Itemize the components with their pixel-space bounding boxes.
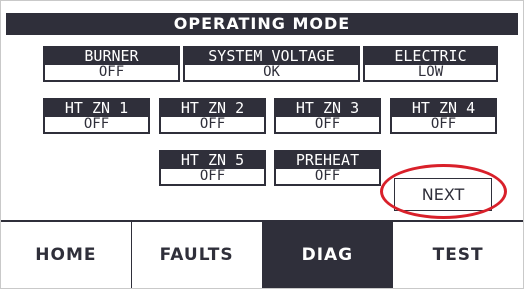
preheat-status: PREHEAT OFF (274, 150, 381, 186)
ht-zn-5-label: HT ZN 5 (161, 152, 264, 169)
operating-mode-screen: OPERATING MODE BURNER OFF SYSTEM VOLTAGE… (0, 0, 524, 289)
system-voltage-value: OK (263, 64, 280, 80)
system-voltage-label: SYSTEM VOLTAGE (185, 48, 358, 65)
system-voltage-status: SYSTEM VOLTAGE OK (183, 46, 360, 82)
nav-diag[interactable]: DIAG (262, 222, 394, 288)
nav-home[interactable]: HOME (1, 222, 132, 288)
preheat-label: PREHEAT (276, 152, 379, 169)
bottom-nav: HOME FAULTS DIAG TEST (1, 220, 523, 288)
electric-value: LOW (417, 64, 444, 80)
burner-value: OFF (98, 64, 125, 80)
preheat-value: OFF (314, 168, 341, 184)
next-button[interactable]: NEXT (394, 178, 492, 211)
burner-label: BURNER (45, 48, 178, 65)
nav-test[interactable]: TEST (393, 222, 523, 288)
ht-zn-5-value: OFF (199, 168, 226, 184)
ht-zn-5-status: HT ZN 5 OFF (159, 150, 266, 186)
ht-zn-4-label: HT ZN 4 (392, 100, 495, 117)
electric-status: ELECTRIC LOW (363, 46, 498, 82)
ht-zn-3-label: HT ZN 3 (276, 100, 379, 117)
ht-zn-2-value: OFF (199, 116, 226, 132)
ht-zn-2-status: HT ZN 2 OFF (159, 98, 266, 134)
ht-zn-1-label: HT ZN 1 (45, 100, 148, 117)
ht-zn-1-value: OFF (83, 116, 110, 132)
ht-zn-4-status: HT ZN 4 OFF (390, 98, 497, 134)
ht-zn-2-label: HT ZN 2 (161, 100, 264, 117)
nav-faults[interactable]: FAULTS (131, 222, 263, 288)
electric-label: ELECTRIC (365, 48, 496, 65)
ht-zn-4-value: OFF (430, 116, 457, 132)
page-title: OPERATING MODE (6, 13, 518, 35)
ht-zn-1-status: HT ZN 1 OFF (43, 98, 150, 134)
ht-zn-3-status: HT ZN 3 OFF (274, 98, 381, 134)
burner-status: BURNER OFF (43, 46, 180, 82)
ht-zn-3-value: OFF (314, 116, 341, 132)
